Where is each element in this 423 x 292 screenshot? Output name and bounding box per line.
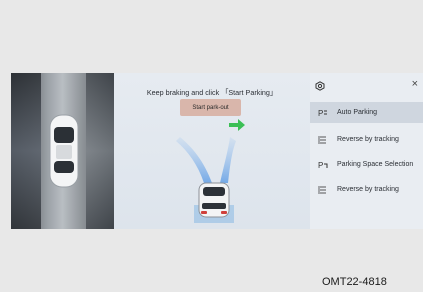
menu-item-reverse-by-tracking-2[interactable]: Reverse by tracking xyxy=(310,179,423,200)
figure-caption: OMT22-4818 xyxy=(322,276,387,288)
menu-item-auto-parking[interactable]: P Auto Parking xyxy=(310,102,423,123)
reverse-tracking-icon xyxy=(318,135,326,144)
svg-text:P: P xyxy=(318,109,323,118)
car-top-view xyxy=(49,114,79,188)
car-icon xyxy=(198,182,230,218)
menu-item-reverse-by-tracking[interactable]: Reverse by tracking xyxy=(310,129,423,150)
start-park-out-button[interactable]: Start park-out xyxy=(180,99,241,116)
right-arrow-icon xyxy=(229,119,245,131)
settings-icon[interactable] xyxy=(315,81,325,91)
parking-screen: Keep braking and click 「Start Parking」 S… xyxy=(11,73,423,229)
menu-item-label: Reverse by tracking xyxy=(337,136,399,143)
instruction-text: Keep braking and click 「Start Parking」 xyxy=(146,88,278,97)
menu-item-label: Auto Parking xyxy=(337,109,378,116)
menu-item-label: Reverse by tracking xyxy=(337,186,399,193)
svg-text:P: P xyxy=(318,161,323,170)
reverse-tracking-icon xyxy=(318,185,326,194)
menu-item-parking-space-selection[interactable]: P Parking Space Selection xyxy=(310,154,423,175)
car-trajectory-view xyxy=(176,137,236,223)
main-view: Keep braking and click 「Start Parking」 S… xyxy=(114,73,310,229)
menu-item-label: Parking Space Selection xyxy=(337,161,414,168)
parking-space-icon: P xyxy=(318,161,328,170)
close-icon[interactable]: × xyxy=(412,79,418,90)
auto-parking-icon: P xyxy=(318,109,327,118)
surround-view-camera xyxy=(11,73,114,229)
parking-mode-panel: × P Auto Parking Reverse by tracking P P… xyxy=(310,73,423,229)
